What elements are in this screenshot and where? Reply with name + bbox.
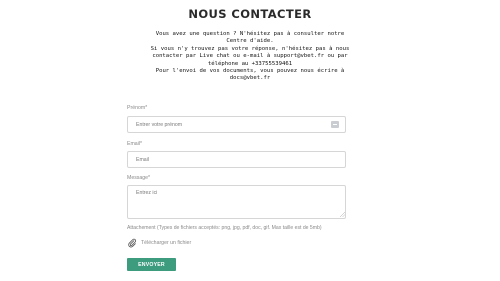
email-input[interactable] — [127, 151, 346, 168]
intro-line: Vous avez une question ? N'hésitez pas à… — [155, 31, 345, 37]
message-label: Message* — [127, 175, 151, 181]
upload-file-label: Télécharger un fichier — [141, 240, 192, 246]
intro-line: téléphone au +33755539461 — [207, 60, 293, 67]
email-label: Email* — [127, 141, 142, 147]
intro-line: docs@vbet.fr — [229, 75, 271, 82]
intro-line: Pour l'envoi de vos documents, vous pouv… — [155, 68, 345, 75]
paperclip-icon — [128, 238, 137, 248]
submit-button[interactable]: ENVOYER — [127, 258, 176, 271]
upload-file-link[interactable]: Télécharger un fichier — [127, 238, 191, 248]
page-title: NOUS CONTACTER — [188, 7, 312, 21]
firstname-label: Prénom* — [127, 105, 148, 111]
resize-handle-icon[interactable] — [340, 212, 345, 217]
contact-card-icon[interactable] — [331, 121, 339, 128]
attachment-note: Attachement (Types de fichiers acceptés:… — [127, 225, 322, 231]
intro-line: Centre d'aide. — [226, 38, 274, 45]
firstname-input[interactable] — [127, 116, 346, 133]
message-textarea[interactable] — [127, 185, 346, 219]
intro-line: contacter par Live chat ou e-mail à supp… — [152, 53, 348, 60]
intro-text: Vous avez une question ? N'hésitez pas à… — [125, 31, 375, 83]
